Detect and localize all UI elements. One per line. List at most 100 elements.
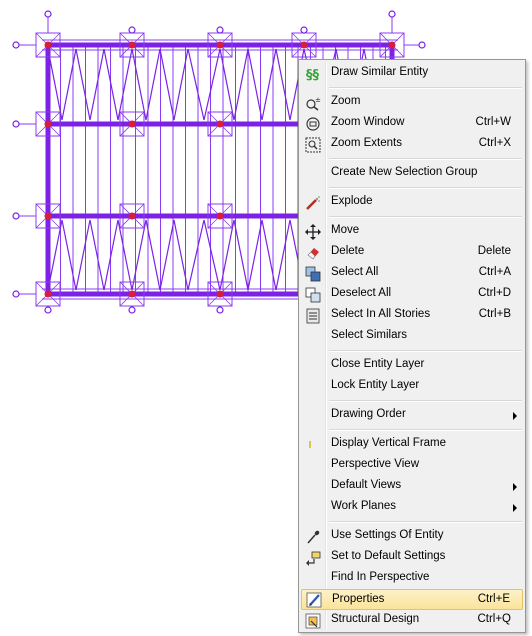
brace-line xyxy=(159,219,175,291)
menu-separator xyxy=(329,187,522,189)
joint-marker xyxy=(388,41,396,49)
menu-item-drawing-order[interactable]: Drawing Order xyxy=(301,405,523,426)
menu-item-explode[interactable]: Explode xyxy=(301,192,523,213)
brace-line xyxy=(233,48,249,121)
grid-axis-bubble xyxy=(44,306,52,314)
joint-marker xyxy=(128,120,136,128)
brace-line xyxy=(61,219,77,291)
brace-line xyxy=(261,48,277,121)
menu-item-zoom[interactable]: ± Zoom xyxy=(301,92,523,113)
menu-item-perspective-view[interactable]: Perspective View xyxy=(301,455,523,476)
grid-axis-bubble xyxy=(300,26,308,34)
brace-line xyxy=(187,48,205,121)
joint-marker xyxy=(300,41,308,49)
set-default-icon xyxy=(301,547,325,568)
menu-item-use-settings-of-entity[interactable]: Use Settings Of Entity xyxy=(301,526,523,547)
brace-line xyxy=(159,48,175,121)
menu-item-default-views[interactable]: Default Views xyxy=(301,476,523,497)
brace-line xyxy=(219,219,235,291)
select-all-icon xyxy=(301,263,325,284)
zoom-icon: ± xyxy=(301,92,325,113)
menu-item-delete[interactable]: Delete Delete xyxy=(301,242,523,263)
menu-item-work-planes[interactable]: Work Planes xyxy=(301,497,523,518)
menu-item-display-vertical-frame[interactable]: Display Vertical Frame xyxy=(301,434,523,455)
menu-item-zoom-window[interactable]: Zoom Window Ctrl+W xyxy=(301,113,523,134)
brace-line xyxy=(117,48,133,121)
menu-separator xyxy=(329,216,522,218)
brace-line xyxy=(131,48,147,121)
select-stories-icon xyxy=(301,305,325,326)
joint-marker xyxy=(216,212,224,220)
brace-line xyxy=(247,48,263,121)
zoom-extents-icon xyxy=(301,134,325,155)
brace-line xyxy=(131,219,147,291)
menu-item-create-selection-group[interactable]: Create New Selection Group xyxy=(301,163,523,184)
menu-separator xyxy=(329,87,522,89)
svg-text:§§: §§ xyxy=(306,68,320,82)
brace-line xyxy=(89,219,105,291)
brace-line xyxy=(261,219,277,291)
brace-line xyxy=(275,219,291,291)
grid-axis-bubble xyxy=(128,306,136,314)
menu-separator xyxy=(329,350,522,352)
menu-separator xyxy=(329,521,522,523)
eraser-icon xyxy=(301,242,325,263)
brace-line xyxy=(89,48,105,121)
brace-line xyxy=(117,219,133,291)
grid-axis-bubble xyxy=(12,290,20,298)
joint-marker xyxy=(216,290,224,298)
joint-marker xyxy=(216,41,224,49)
joint-marker xyxy=(44,41,52,49)
joint-marker xyxy=(44,120,52,128)
brace-line xyxy=(187,219,205,291)
zoom-window-icon xyxy=(301,113,325,134)
menu-separator xyxy=(329,429,522,431)
joint-marker xyxy=(128,212,136,220)
menu-item-select-all[interactable]: Select All Ctrl+A xyxy=(301,263,523,284)
grid-axis-bubble xyxy=(12,212,20,220)
menu-separator xyxy=(329,158,522,160)
context-menu: §§ Draw Similar Entity ± Zoom Zoom Windo… xyxy=(298,59,526,633)
submenu-arrow-icon xyxy=(513,504,517,512)
grid-axis-bubble xyxy=(12,41,20,49)
menu-item-zoom-extents[interactable]: Zoom Extents Ctrl+X xyxy=(301,134,523,155)
vertical-frame-icon xyxy=(301,434,325,455)
joint-marker xyxy=(44,290,52,298)
brace-line xyxy=(75,219,91,291)
menu-item-move[interactable]: Move xyxy=(301,221,523,242)
brace-line xyxy=(219,48,235,121)
menu-item-structural-design[interactable]: Structural Design Ctrl+Q xyxy=(301,610,523,631)
properties-pencil-icon xyxy=(302,589,326,610)
menu-item-select-similars[interactable]: Select Similars xyxy=(301,326,523,347)
menu-item-deselect-all[interactable]: Deselect All Ctrl+D xyxy=(301,284,523,305)
grid-axis-bubble xyxy=(388,10,396,18)
brace-line xyxy=(61,48,77,121)
brace-line xyxy=(233,219,249,291)
brace-line xyxy=(275,48,291,121)
joint-marker xyxy=(216,120,224,128)
menu-item-close-entity-layer[interactable]: Close Entity Layer xyxy=(301,355,523,376)
menu-item-find-in-perspective[interactable]: Find In Perspective xyxy=(301,568,523,589)
grid-axis-bubble xyxy=(418,41,426,49)
menu-item-lock-entity-layer[interactable]: Lock Entity Layer xyxy=(301,376,523,397)
joint-marker xyxy=(128,290,136,298)
menu-item-draw-similar-entity[interactable]: §§ Draw Similar Entity xyxy=(301,63,523,84)
brace-line xyxy=(203,219,221,291)
menu-item-properties[interactable]: Properties Ctrl+E xyxy=(301,589,523,610)
deselect-all-icon xyxy=(301,284,325,305)
explode-wand-icon xyxy=(301,192,325,213)
submenu-arrow-icon xyxy=(513,483,517,491)
menu-separator xyxy=(329,400,522,402)
menu-item-select-in-all-stories[interactable]: Select In All Stories Ctrl+B xyxy=(301,305,523,326)
grid-axis-bubble xyxy=(44,10,52,18)
menu-item-set-default-settings[interactable]: Set to Default Settings xyxy=(301,547,523,568)
submenu-arrow-icon xyxy=(513,412,517,420)
grid-axis-bubble xyxy=(216,306,224,314)
brace-line xyxy=(75,48,91,121)
eyedropper-icon xyxy=(301,526,325,547)
draw-similar-icon: §§ xyxy=(301,63,325,84)
move-arrows-icon xyxy=(301,221,325,242)
joint-marker xyxy=(44,212,52,220)
grid-axis-bubble xyxy=(216,26,224,34)
brace-line xyxy=(247,219,263,291)
